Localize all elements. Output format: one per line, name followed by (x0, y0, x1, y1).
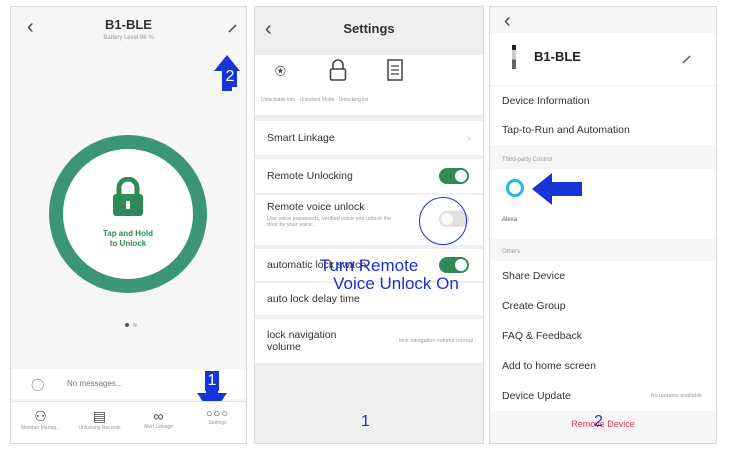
lock-icon[interactable] (329, 59, 347, 86)
row-value: lock navigation volume normal (399, 338, 473, 344)
device-info-row[interactable]: Device Information (490, 87, 716, 115)
fingerprint-icon[interactable]: ⍟ (275, 61, 286, 82)
device-header: B1-BLE (490, 33, 716, 85)
step-number: 2 (594, 413, 603, 430)
tab-records[interactable]: ▤ Unlocking Records (70, 408, 129, 431)
unlock-label-1: Tap and Hold (102, 229, 154, 238)
chevron-right-icon: › (467, 132, 472, 144)
dots-icon: ○○○ (206, 408, 229, 420)
document-icon[interactable] (387, 59, 403, 86)
device-image-icon (512, 45, 516, 69)
lock-home-screen: ‹ B1-BLE Battery Level 96 % 2 Tap and Ho… (10, 6, 247, 444)
remote-unlocking-toggle[interactable] (439, 168, 469, 184)
settings-icons-bar: ⍟ Unlockable info · Unlocked Mode · Unlo… (255, 55, 483, 115)
nav-volume-row[interactable]: lock navigation volume lock navigation v… (255, 319, 483, 363)
tab-label: Settings (208, 420, 227, 426)
row-label: auto lock delay time (267, 293, 360, 305)
row-label: volume (267, 341, 301, 353)
alexa-icon[interactable] (506, 179, 524, 197)
messages-text: No messages... (67, 379, 123, 388)
annotation-line: Voice Unlock On (333, 274, 459, 293)
link-icon: ∞ (153, 408, 164, 424)
annotation-line: Turn Remote (319, 256, 419, 275)
row-value: No updates available (650, 393, 702, 399)
row-label: Add to home screen (502, 360, 596, 372)
third-party-row: Alexa (490, 169, 716, 239)
page-title: B1-BLE (105, 17, 152, 32)
device-update-row[interactable]: Device Update No updates available (490, 381, 716, 411)
add-home-row[interactable]: Add to home screen (490, 351, 716, 381)
section-header: Third-party Control (502, 157, 553, 163)
row-label: Share Device (502, 270, 566, 282)
step-number: 1 (361, 413, 370, 430)
tap-to-run-row[interactable]: Tap-to-Run and Automation (490, 115, 716, 145)
back-icon[interactable]: ‹ (504, 11, 511, 31)
share-device-row[interactable]: Share Device (490, 261, 716, 291)
row-label: Tap-to-Run and Automation (502, 124, 630, 136)
unlock-label-2: to Unlock (109, 239, 147, 248)
row-label: Smart Linkage (267, 132, 335, 144)
edit-icon[interactable] (227, 21, 239, 39)
create-group-row[interactable]: Create Group (490, 291, 716, 321)
row-label: FAQ & Feedback (502, 330, 582, 342)
battery-subtitle: Battery Level 96 % (103, 35, 154, 41)
device-title: B1-BLE (534, 49, 581, 64)
remove-device-button[interactable]: Remove Device (490, 419, 716, 429)
highlight-circle (419, 197, 467, 245)
bottom-tab-bar: ⚇ Member Manag... ▤ Unlocking Records ∞ … (11, 401, 246, 443)
tab-label: Unlocking Records (78, 425, 121, 431)
bell-icon: ◯ (31, 377, 45, 391)
row-label: Remote voice unlock (267, 201, 365, 213)
tab-member[interactable]: ⚇ Member Manag... (11, 408, 70, 431)
faq-row[interactable]: FAQ & Feedback (490, 321, 716, 351)
annotation-text: Turn Remote Voice Unlock On (255, 257, 483, 293)
row-label: lock navigation (267, 329, 337, 341)
list-icon: ▤ (92, 408, 107, 424)
page-dot-active (125, 323, 129, 327)
device-details-screen: ‹ B1-BLE Device Information Tap-to-Run a… (489, 6, 717, 444)
tab-label: Member Manag... (20, 425, 61, 431)
page-title: Settings (343, 21, 395, 36)
smart-linkage-row[interactable]: Smart Linkage › (255, 121, 483, 155)
row-label: Create Group (502, 300, 566, 312)
tab-alert[interactable]: ∞ Alert Linkage (129, 408, 188, 430)
unlock-button[interactable]: Tap and Hold to Unlock (63, 149, 193, 279)
step-2-label: 2 (223, 67, 237, 87)
left-arrow-icon (532, 173, 582, 205)
step-1-label: 1 (205, 371, 219, 391)
alexa-label: Alexa (502, 217, 518, 223)
settings-screen: ‹ Settings ⍟ Unlockable info · Unlocked … (254, 6, 484, 444)
icons-caption: Unlockable info · Unlocked Mode · Unlock… (261, 97, 369, 103)
tab-label: Alert Linkage (143, 424, 174, 430)
remote-unlocking-row: Remote Unlocking (255, 159, 483, 193)
page-dot (133, 323, 137, 327)
row-label: Device Information (502, 95, 590, 107)
padlock-icon (113, 177, 143, 216)
section-header: Others (502, 249, 521, 255)
row-label: Device Update (502, 390, 571, 402)
row-label: Remote Unlocking (267, 170, 353, 182)
tab-settings[interactable]: ○○○ Settings (188, 408, 246, 426)
person-icon: ⚇ (34, 408, 47, 424)
row-description: Use voice passwords, verified voice you … (267, 216, 392, 228)
edit-icon[interactable] (682, 51, 692, 69)
